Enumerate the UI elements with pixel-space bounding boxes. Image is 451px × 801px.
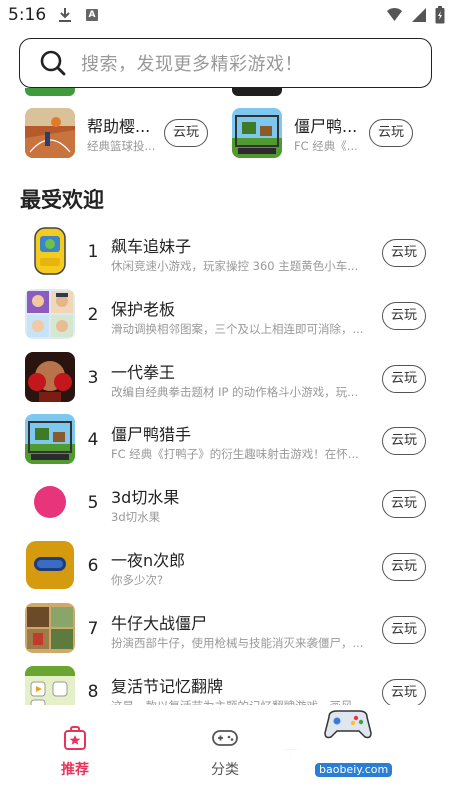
cloud-play-button[interactable]: 云玩 (382, 490, 426, 518)
zombie-duck-game-thumbnail (232, 108, 282, 158)
game-desc: 扮演西部牛仔，使用枪械与技能消灭来袭僵尸，... (111, 636, 364, 650)
list-item[interactable]: 2 保护老板 滑动调换相邻图案，三个及以上相连即可消除，... 云玩 (0, 289, 451, 341)
watermark-url: baobeiy.com (315, 763, 393, 777)
download-icon (59, 8, 71, 22)
game-name: 飙车追妹子 (111, 237, 192, 256)
game-name: 一代拳王 (111, 363, 176, 382)
rank-number: 1 (87, 242, 99, 262)
battery-icon (435, 6, 445, 24)
game-desc: 滑动调换相邻图案，三个及以上相连即可消除，... (111, 322, 364, 336)
cloud-play-button[interactable]: 云玩 (382, 616, 426, 644)
game-name: 帮助樱... (87, 117, 151, 136)
game-name: 僵尸鸭猎手 (111, 425, 192, 444)
rank-number: 6 (87, 556, 99, 576)
game-name: 复活节记忆翻牌 (111, 677, 224, 696)
search-input[interactable]: 搜索，发现更多精彩游戏！ (81, 50, 303, 76)
game-thumbnail (25, 603, 75, 653)
game-thumbnail (25, 226, 75, 276)
game-thumbnail (25, 289, 75, 339)
rank-number: 7 (87, 619, 99, 639)
notification-badge-icon: A (86, 9, 98, 21)
section-title: 最受欢迎 (20, 188, 104, 212)
game-thumbnail (25, 477, 75, 527)
cloud-play-button[interactable]: 云玩 (382, 553, 426, 581)
scrolled-item-peek (25, 88, 75, 96)
status-icons (386, 6, 445, 24)
game-thumbnail (25, 352, 75, 402)
scrolled-item-peek (232, 88, 282, 96)
game-desc: FC 经典《打鸭子》的衍生趣味射击游戏！在怀... (111, 447, 359, 461)
tab-label: 分类 (211, 762, 239, 778)
search-icon (40, 50, 66, 76)
watermark-text: 宝贝游戏网 (279, 740, 399, 767)
search-bar[interactable]: 搜索，发现更多精彩游戏！ (19, 38, 432, 88)
game-desc: FC 经典《... (294, 139, 358, 153)
list-item[interactable]: 6 一夜n次郎 你多少次? 云玩 (0, 540, 451, 592)
rank-number: 4 (87, 430, 99, 450)
tab-label: 推荐 (61, 762, 89, 778)
signal-icon (387, 7, 402, 21)
status-time: 5:16 (8, 5, 47, 25)
tab-recommend[interactable]: 推荐 (30, 725, 120, 779)
gamepad-icon (212, 730, 238, 746)
game-name: 牛仔大战僵尸 (111, 614, 208, 633)
game-name: 保护老板 (111, 300, 176, 319)
cloud-play-button[interactable]: 云玩 (382, 427, 426, 455)
list-item[interactable]: 4 僵尸鸭猎手 FC 经典《打鸭子》的衍生趣味射击游戏！在怀... 云玩 (0, 414, 451, 466)
rank-number: 2 (87, 305, 99, 325)
game-name: 3d切水果 (111, 488, 180, 507)
game-desc: 3d切水果 (111, 510, 161, 524)
game-name: 一夜n次郎 (111, 551, 186, 570)
basketball-game-thumbnail (25, 108, 75, 158)
game-desc: 休闲竞速小游戏，玩家操控 360 主题黄色小车... (111, 259, 359, 273)
cloud-play-button[interactable]: 云玩 (382, 679, 426, 707)
game-desc: 你多少次? (111, 573, 164, 587)
status-bar: 5:16 A (0, 0, 451, 32)
game-thumbnail (25, 414, 75, 464)
game-desc: 改编自经典拳击题材 IP 的动作格斗小游戏，玩... (111, 385, 359, 399)
cloud-play-button[interactable]: 云玩 (382, 302, 426, 330)
game-card[interactable]: 僵尸鸭... FC 经典《... 云玩 (232, 108, 417, 160)
cloud-play-button[interactable]: 云玩 (369, 119, 413, 147)
cloud-play-button[interactable]: 云玩 (164, 119, 208, 147)
tab-category[interactable]: 分类 (180, 725, 270, 779)
rank-number: 5 (87, 493, 99, 513)
star-bag-icon (64, 726, 86, 750)
cellular-icon (412, 8, 426, 22)
watermark: 宝贝游戏网 baobeiy.com (275, 705, 425, 785)
game-thumbnail (25, 540, 75, 590)
rank-number: 8 (87, 682, 99, 702)
list-item[interactable]: 7 牛仔大战僵尸 扮演西部牛仔，使用枪械与技能消灭来袭僵尸，... 云玩 (0, 603, 451, 655)
cloud-play-button[interactable]: 云玩 (382, 365, 426, 393)
list-item[interactable]: 5 3d切水果 3d切水果 云玩 (0, 477, 451, 529)
rank-number: 3 (87, 368, 99, 388)
game-name: 僵尸鸭... (294, 117, 358, 136)
game-card[interactable]: 帮助樱... 经典篮球投... 云玩 (25, 108, 210, 160)
cloud-play-button[interactable]: 云玩 (382, 239, 426, 267)
list-item[interactable]: 1 飙车追妹子 休闲竞速小游戏，玩家操控 360 主题黄色小车... 云玩 (0, 226, 451, 278)
list-item[interactable]: 3 一代拳王 改编自经典拳击题材 IP 的动作格斗小游戏，玩... 云玩 (0, 352, 451, 404)
game-desc: 经典篮球投... (87, 139, 156, 153)
